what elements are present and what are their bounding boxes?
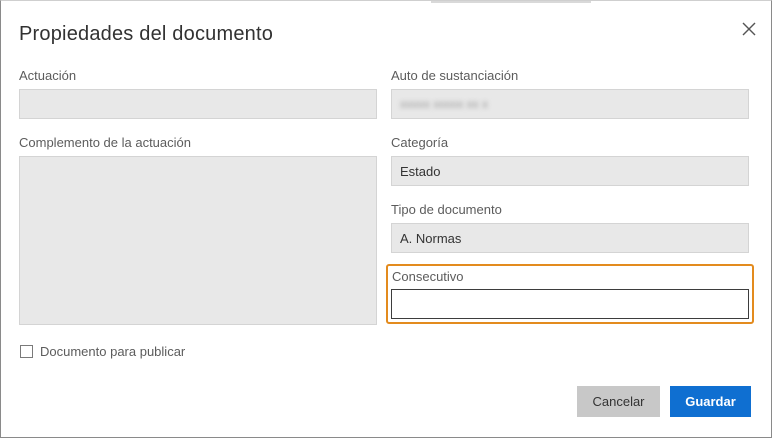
tipo-field: A. Normas: [391, 223, 749, 253]
auto-label: Auto de sustanciación: [391, 68, 519, 83]
complemento-field: [19, 156, 377, 325]
auto-value: xxxxx xxxxx xx x: [400, 97, 489, 111]
background-edge: [431, 1, 591, 3]
actuacion-label: Actuación: [19, 68, 77, 83]
close-button[interactable]: [738, 18, 760, 40]
consecutivo-label: Consecutivo: [392, 269, 464, 284]
categoria-field: Estado: [391, 156, 749, 186]
dialog-title: Propiedades del documento: [19, 23, 274, 45]
actuacion-field: [19, 89, 377, 119]
consecutivo-input[interactable]: [391, 289, 749, 319]
cancel-button[interactable]: Cancelar: [577, 386, 660, 417]
publish-checkbox[interactable]: [20, 345, 33, 358]
complemento-label: Complemento de la actuación: [19, 135, 191, 150]
categoria-label: Categoría: [391, 135, 449, 150]
close-icon: [742, 22, 756, 36]
publish-checkbox-label: Documento para publicar: [40, 344, 186, 359]
save-button[interactable]: Guardar: [670, 386, 751, 417]
document-properties-dialog: Propiedades del documento Actuación Comp…: [0, 0, 772, 438]
auto-field: xxxxx xxxxx xx x: [391, 89, 749, 119]
tipo-label: Tipo de documento: [391, 202, 502, 217]
